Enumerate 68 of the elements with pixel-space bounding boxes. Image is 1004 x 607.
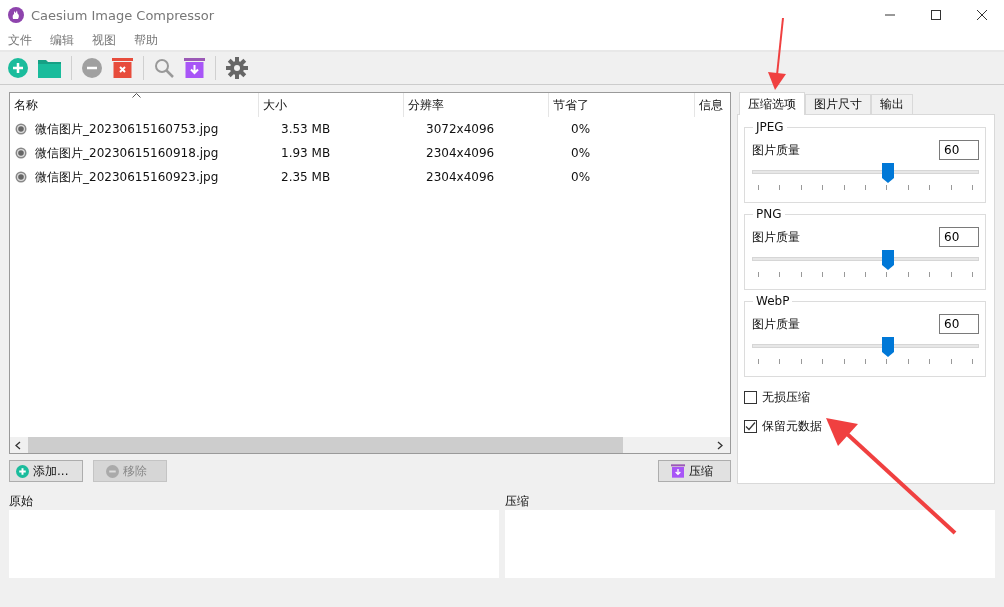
checkbox[interactable] [744,390,757,404]
table-cell-text: 1.93 MB [280,146,332,160]
scroll-left-icon[interactable] [14,440,22,450]
archive-icon [671,464,685,478]
quality-label: 图片质量 [752,228,800,246]
quality-input[interactable]: 60 [939,140,979,160]
quality-slider[interactable] [752,337,979,357]
checkbox[interactable] [744,419,757,433]
settings-icon[interactable] [226,57,248,79]
column-header[interactable]: 信息 [695,93,730,117]
trash-icon[interactable] [112,58,133,78]
column-header[interactable]: 名称 [10,93,259,117]
add-icon [16,464,29,478]
quality-slider[interactable] [752,250,979,270]
quality-label: 图片质量 [752,315,800,333]
column-header[interactable]: 大小 [259,93,404,117]
table-cell-text: 3072x4096 [425,122,496,136]
table-cell-text: 3.53 MB [280,122,332,136]
search-icon[interactable] [154,58,174,78]
menu-item[interactable]: 视图 [92,31,116,49]
tab[interactable]: 输出 [871,94,913,114]
menu-item[interactable]: 帮助 [134,31,158,49]
table-cell-text: 0% [570,170,592,184]
tab[interactable]: 压缩选项 [739,92,805,115]
table-cell-text: 2.35 MB [280,170,332,184]
group-title: PNG [753,207,785,221]
maximize-icon[interactable] [930,9,942,21]
preview-label: 原始 [9,493,34,510]
add-icon[interactable] [8,58,28,78]
quality-input[interactable]: 60 [939,314,979,334]
file-status-icon [15,147,27,159]
table-cell: 微信图片_20230615160923.jpg [35,168,219,186]
group-title: JPEG [753,120,787,134]
menu-item[interactable]: 文件 [8,31,32,49]
table-cell: 微信图片_20230615160753.jpg [35,120,219,138]
slider-thumb[interactable] [882,250,895,270]
window-title: Caesium Image Compressor [31,7,215,23]
table-cell-text: 2304x4096 [425,170,496,184]
table-cell-text: 0% [570,122,592,136]
checkbox-label: 保留元数据 [762,417,822,435]
preview-label: 压缩 [505,493,530,510]
sort-caret-icon [132,93,141,98]
slider-thumb[interactable] [882,337,895,357]
compress-button[interactable]: 压缩 [658,460,731,482]
quality-input[interactable]: 60 [939,227,979,247]
table-cell-text: 2304x4096 [425,146,496,160]
quality-label: 图片质量 [752,141,800,159]
tab[interactable]: 图片尺寸 [805,94,871,114]
folder-icon[interactable] [38,58,61,78]
remove-icon [106,464,119,478]
scroll-right-icon[interactable] [716,440,724,450]
menu-item[interactable]: 编辑 [50,31,74,49]
close-icon[interactable] [976,9,988,21]
group-title: WebP [753,294,793,308]
table-cell-text: 0% [570,146,592,160]
app-logo-icon [8,7,24,23]
slider-thumb[interactable] [882,163,895,183]
add-button[interactable]: 添加... [9,460,83,482]
table-cell: 微信图片_20230615160918.jpg [35,144,219,162]
remove-icon[interactable] [82,58,102,78]
column-header[interactable]: 分辨率 [404,93,549,117]
quality-slider[interactable] [752,163,979,183]
file-status-icon [15,123,27,135]
checkbox-label: 无损压缩 [762,388,810,406]
column-header[interactable]: 节省了 [549,93,695,117]
archive-icon[interactable] [184,58,205,78]
file-status-icon [15,171,27,183]
horizontal-scrollbar[interactable] [10,437,730,453]
